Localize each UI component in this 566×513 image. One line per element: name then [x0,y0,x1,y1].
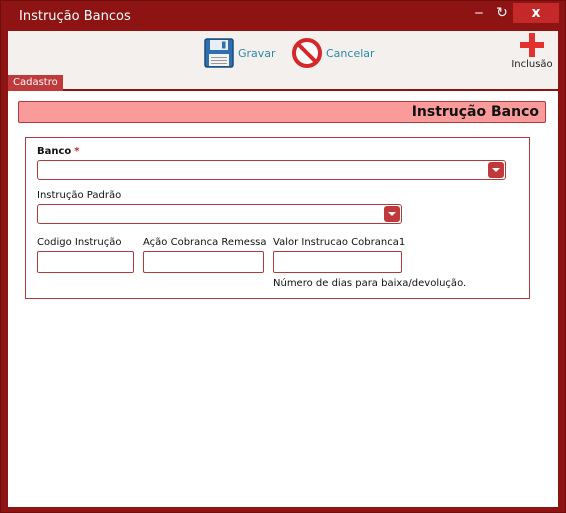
instrucao-padrao-label: Instrução Padrão [37,190,122,201]
codigo-instrucao-input[interactable] [37,251,134,273]
cancel-label: Cancelar [326,46,375,60]
window-content: Gravar Cancelar Inclusão Cadastro Instru… [8,31,558,507]
save-label: Gravar [238,46,276,60]
valor-instrucao-cobranca1-label: Valor Instrucao Cobranca1 [273,237,406,248]
valor-instrucao-hint: Número de dias para baixa/devolução. [273,278,467,289]
refresh-button[interactable]: ↻ [491,3,513,23]
banco-select[interactable] [37,160,506,180]
banco-label: Banco * [37,146,80,157]
chevron-down-icon[interactable] [384,206,400,222]
window-title: Instrução Bancos [19,9,131,24]
new-button[interactable]: Inclusão [508,33,556,70]
section-header: Instrução Banco [18,101,546,123]
tab-cadastro[interactable]: Cadastro [8,75,63,91]
plus-icon [520,33,544,57]
toolbar: Gravar Cancelar Inclusão [8,31,558,73]
banco-label-text: Banco [37,146,72,157]
app-window: Instrução Bancos ‒ ↻ x Gravar Cancelar I… [0,0,566,513]
required-marker: * [74,146,80,157]
refresh-icon: ↻ [496,5,508,21]
acao-cobranca-remessa-label: Ação Cobranca Remessa [143,237,267,248]
cancel-button[interactable]: Cancelar [292,37,375,69]
minimize-icon: ‒ [474,5,484,21]
close-button[interactable]: x [513,3,559,23]
valor-instrucao-cobranca1-input[interactable] [273,251,402,273]
no-entry-icon [292,38,322,68]
codigo-instrucao-label: Codigo Instrução [37,237,122,248]
instrucao-padrao-select[interactable] [37,204,402,224]
chevron-down-icon[interactable] [488,162,504,178]
acao-cobranca-remessa-input[interactable] [143,251,264,273]
section-title: Instrução Banco [411,104,539,120]
minimize-button[interactable]: ‒ [468,3,490,23]
title-bar[interactable]: Instrução Bancos ‒ ↻ x [1,1,565,31]
new-label: Inclusão [511,59,553,70]
form-group: Banco * Instrução Padrão Codigo Instrução… [25,137,530,299]
save-button[interactable]: Gravar [204,37,276,69]
close-icon: x [531,5,541,21]
tab-strip: Cadastro [8,73,558,91]
floppy-disk-icon [204,38,234,68]
